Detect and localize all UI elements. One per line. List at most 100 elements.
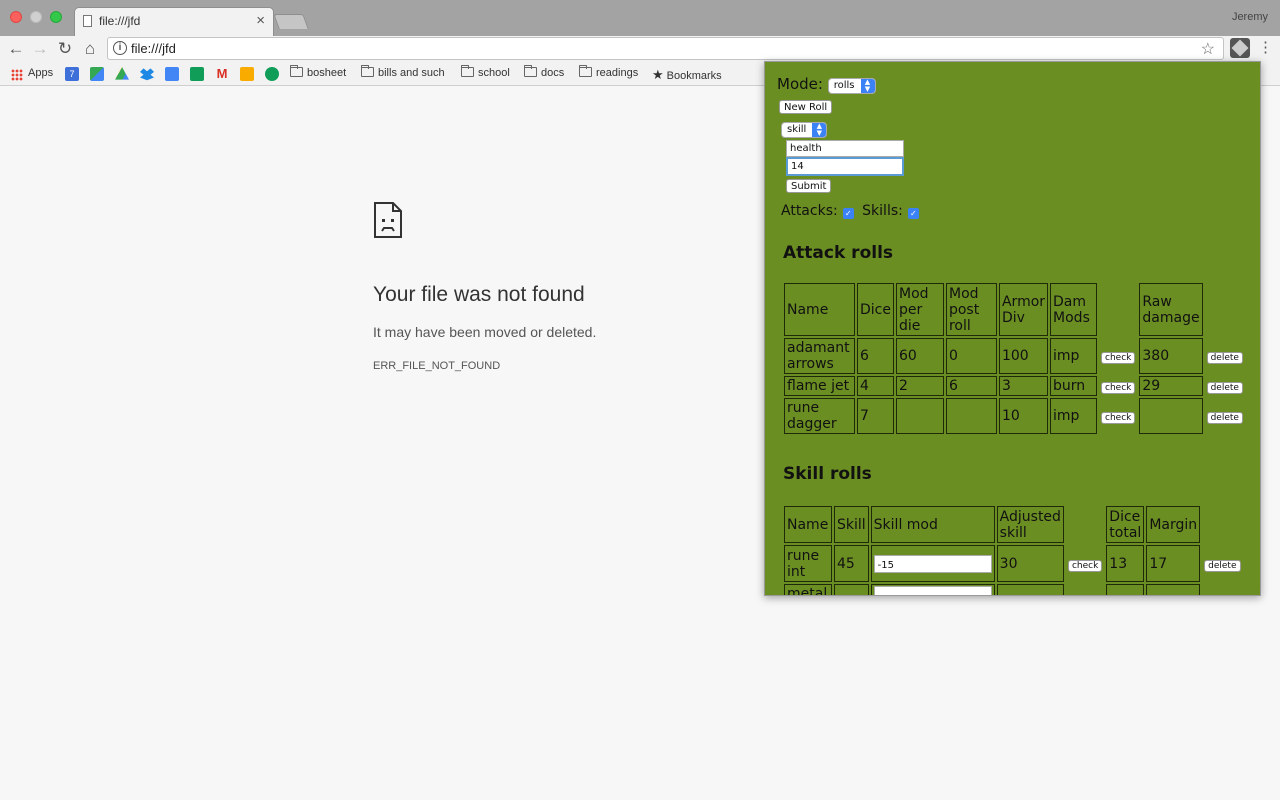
tab-active[interactable]: file:///jfd × — [74, 7, 274, 36]
cell-check: check — [1099, 376, 1137, 396]
bookmark-folder-readings[interactable]: readings — [579, 65, 639, 81]
tab-strip: file:///jfd × Jeremy — [0, 0, 1280, 36]
col-header-armor-div: Armor Div — [998, 283, 1049, 336]
check-button[interactable]: check — [1067, 559, 1103, 572]
cell-dice: 4 — [857, 376, 894, 396]
cell-name: rune int — [784, 545, 832, 582]
info-icon[interactable]: i — [113, 41, 127, 55]
maps-icon[interactable] — [90, 67, 104, 81]
forward-icon[interactable]: → — [29, 38, 51, 60]
bookmark-bookmarks[interactable]: ★ Bookmarks — [652, 67, 722, 82]
extension-dice-icon[interactable] — [1230, 38, 1250, 58]
error-message: It may have been moved or deleted. — [373, 324, 597, 340]
check-button[interactable]: check — [1101, 412, 1136, 424]
new-roll-button[interactable]: New Roll — [779, 100, 833, 114]
reload-icon[interactable]: ↻ — [54, 38, 76, 60]
table-row: rune dagger 7 10 imp check delete — [784, 398, 1245, 434]
docs-icon[interactable] — [165, 67, 179, 81]
mode-select[interactable]: rolls ▲ ▼ — [827, 78, 876, 94]
skill-mod-input[interactable]: -15 — [873, 554, 992, 573]
folder-icon — [461, 65, 474, 77]
profile-name[interactable]: Jeremy — [1232, 11, 1268, 23]
folder-icon — [579, 65, 592, 77]
apps-grid-icon[interactable] — [11, 69, 23, 81]
cell-dice-total: 13 — [1106, 545, 1145, 582]
col-header-raw-damage: Raw damage — [1139, 283, 1203, 336]
star-icon[interactable]: ☆ — [1201, 39, 1215, 59]
cell-mod-per-die — [895, 398, 944, 434]
tab-title: file:///jfd — [99, 14, 141, 28]
url-text[interactable]: file:///jfd — [131, 41, 176, 56]
table-row: rune int 45 -15 30 check 13 17 delete — [784, 545, 1243, 582]
dropbox-icon[interactable] — [140, 68, 154, 81]
document-icon — [83, 15, 92, 27]
cell-skill: 45 — [834, 545, 869, 582]
bookmark-label: school — [478, 67, 510, 79]
roll-type-wrap: skill ▲ ▼ — [781, 118, 828, 138]
cell-delete: delete — [1205, 398, 1245, 434]
bookmark-label: Bookmarks — [666, 70, 722, 82]
home-icon[interactable]: ⌂ — [79, 38, 101, 60]
bookmark-folder-bills[interactable]: bills and such — [361, 65, 445, 81]
back-icon[interactable]: ← — [5, 38, 27, 60]
col-header-dice-total: Dice total — [1106, 506, 1145, 543]
cell-mod-post-roll: 0 — [945, 338, 997, 374]
skills-checkbox[interactable]: ✓ — [907, 208, 919, 219]
roll-type-select[interactable]: skill ▲ ▼ — [781, 122, 828, 138]
field-name-input[interactable]: health — [786, 140, 904, 157]
cell-delete: delete — [1205, 338, 1245, 374]
mode-select-value: rolls — [833, 80, 855, 91]
drive-icon[interactable] — [115, 67, 129, 80]
cell-delete: delete — [1202, 545, 1242, 582]
field-value-input[interactable]: 14 — [786, 157, 904, 176]
mode-label: Mode: — [777, 75, 823, 93]
cell-mod-per-die: 60 — [895, 338, 944, 374]
table-row: flame jet 4 2 6 3 burn check 29 delete — [784, 376, 1245, 396]
skill-mod-input[interactable] — [873, 586, 992, 595]
minimize-window-button[interactable] — [30, 11, 42, 23]
table-row: metal — [784, 584, 1243, 595]
cell-delete — [1202, 584, 1242, 595]
hangouts-icon[interactable] — [265, 67, 279, 81]
cell-check: check — [1099, 338, 1137, 374]
delete-button[interactable]: delete — [1204, 559, 1241, 572]
cell-armor-div: 10 — [998, 398, 1049, 434]
maximize-window-button[interactable] — [50, 11, 62, 23]
attacks-label: Attacks: — [781, 203, 838, 219]
skill-rolls-table: Name Skill Skill mod Adjusted skill Dice… — [782, 504, 1245, 595]
sheets-icon[interactable] — [190, 67, 204, 81]
delete-button[interactable]: delete — [1206, 412, 1243, 424]
tab-close-icon[interactable]: × — [256, 12, 265, 29]
table-header-row: Name Dice Mod per die Mod post roll Armo… — [784, 283, 1245, 336]
cell-name: adamant arrows — [784, 338, 855, 374]
col-header-mod-post-roll: Mod post roll — [945, 283, 997, 336]
extension-popup: Mode: rolls ▲ ▼ New Roll skill ▲ ▼ health … — [764, 61, 1261, 596]
keep-icon[interactable] — [240, 67, 254, 81]
menu-icon[interactable]: ⋮ — [1258, 38, 1273, 56]
gmail-icon[interactable]: M — [215, 67, 229, 81]
col-header-name: Name — [784, 506, 832, 543]
error-title: Your file was not found — [373, 283, 585, 306]
delete-button[interactable]: delete — [1206, 352, 1243, 364]
col-header-dice: Dice — [857, 283, 894, 336]
table-header-row: Name Skill Skill mod Adjusted skill Dice… — [784, 506, 1243, 543]
cell-dam-mods: imp — [1050, 338, 1098, 374]
bookmark-apps[interactable]: Apps — [28, 67, 53, 81]
new-tab-button[interactable] — [273, 14, 309, 29]
calendar-icon[interactable]: 7 — [65, 67, 79, 81]
cell-margin — [1146, 584, 1201, 595]
attacks-checkbox[interactable]: ✓ — [842, 208, 854, 219]
cell-raw-damage — [1139, 398, 1203, 434]
bookmark-label: readings — [596, 67, 639, 79]
submit-button[interactable]: Submit — [786, 179, 832, 193]
cell-raw-damage: 380 — [1139, 338, 1203, 374]
address-bar[interactable]: i file:///jfd ☆ — [107, 37, 1224, 60]
check-button[interactable]: check — [1101, 382, 1136, 394]
bookmark-folder-bosheet[interactable]: bosheet — [290, 65, 346, 81]
col-header-adjusted-skill: Adjusted skill — [996, 506, 1064, 543]
bookmark-folder-docs[interactable]: docs — [524, 65, 564, 81]
close-window-button[interactable] — [10, 11, 22, 23]
bookmark-folder-school[interactable]: school — [461, 65, 510, 81]
check-button[interactable]: check — [1101, 352, 1136, 364]
delete-button[interactable]: delete — [1206, 382, 1243, 394]
